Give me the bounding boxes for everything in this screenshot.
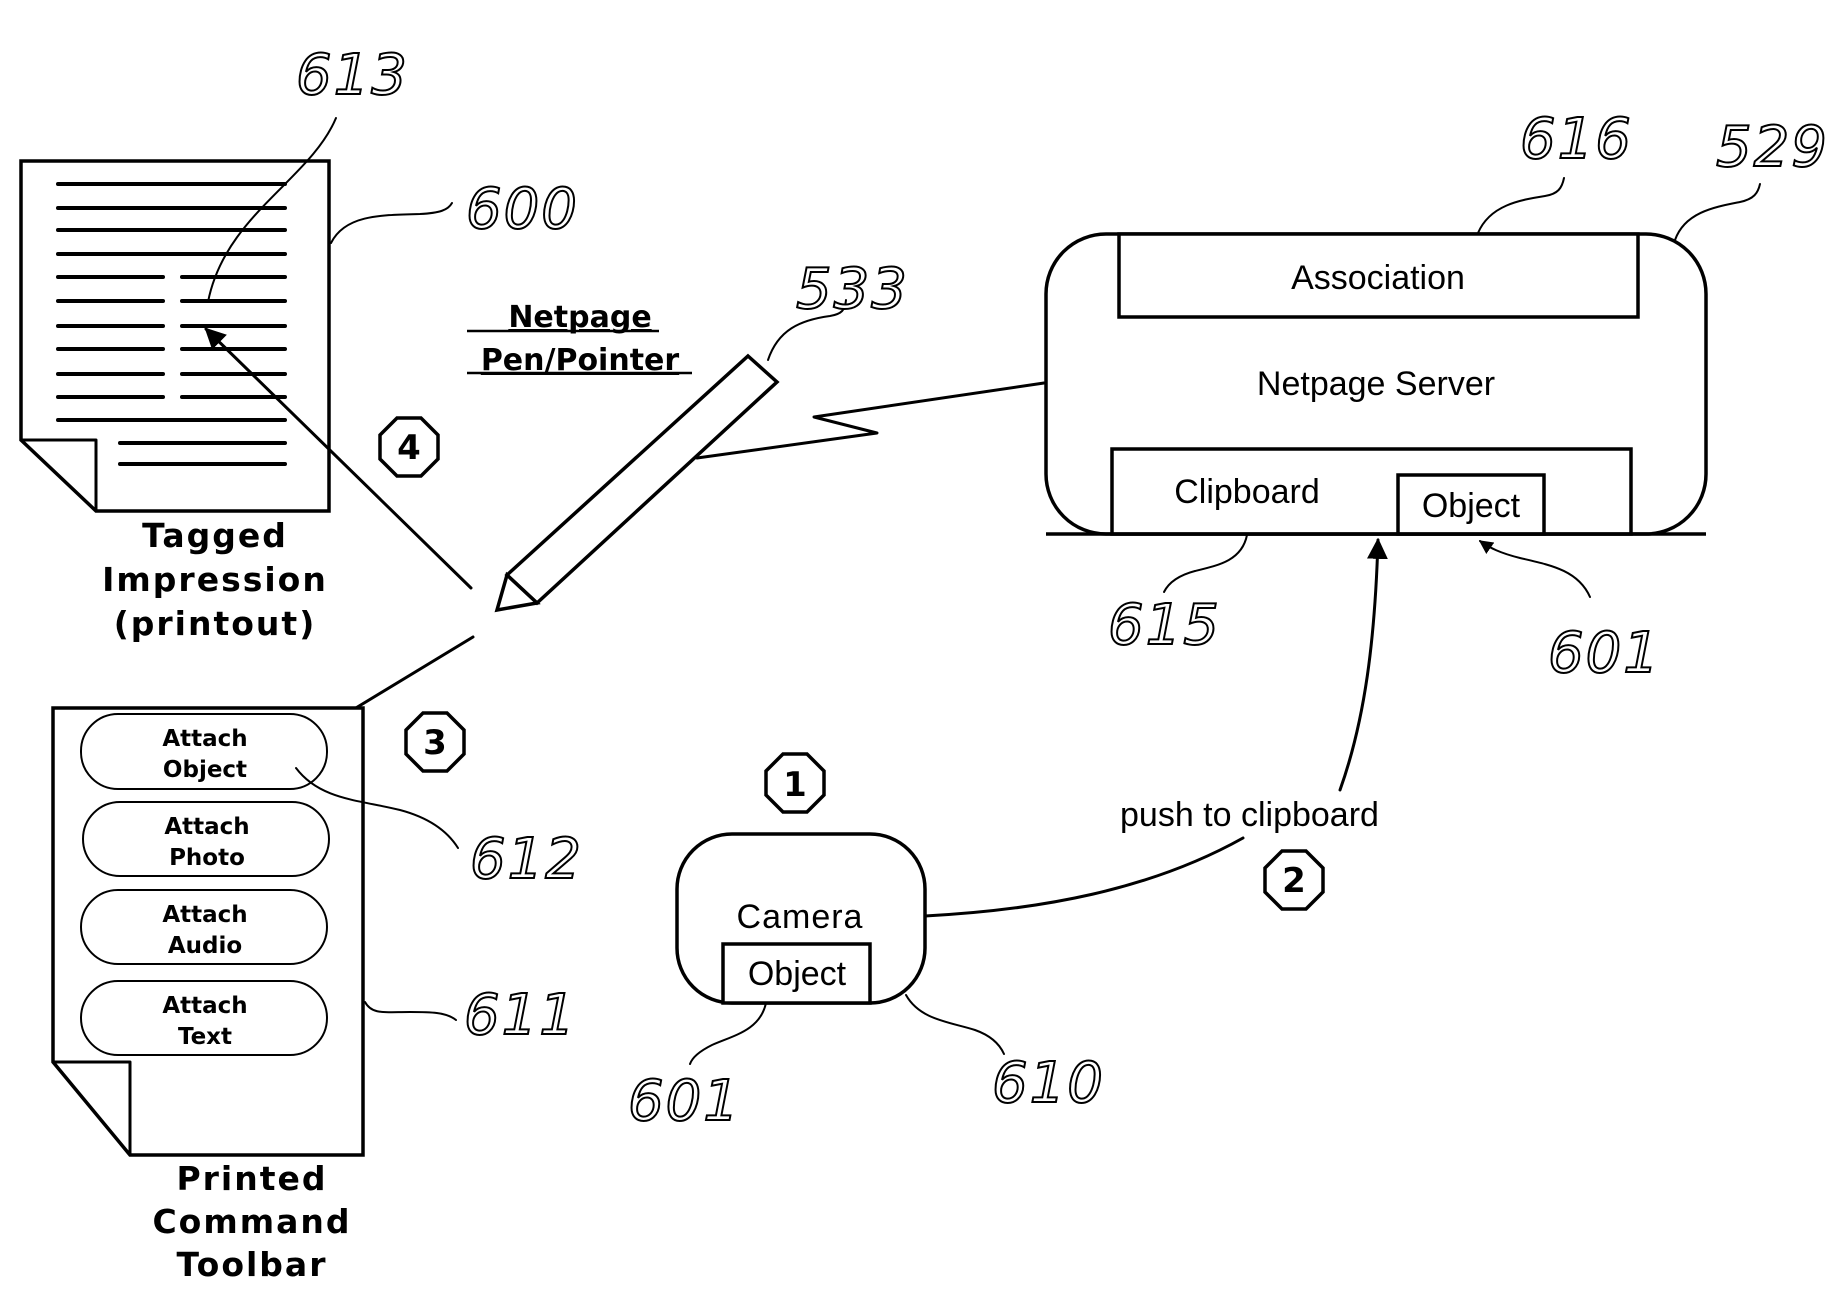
- tagged-impression-document: [19, 159, 331, 513]
- toolbar-label-line2: Command: [152, 1202, 351, 1241]
- step-badge-2: 2: [1263, 849, 1325, 911]
- push-flow-lower: [923, 836, 1245, 918]
- ref-610: 610: [992, 1051, 1105, 1116]
- toolbar-label-line3: Toolbar: [177, 1245, 328, 1284]
- camera-title: Camera: [737, 898, 864, 936]
- ref-529: 529: [1716, 115, 1829, 180]
- tagged-impression-label-line3: (printout): [114, 604, 317, 643]
- pen-body: [504, 353, 780, 606]
- leader-line-611: [364, 1001, 457, 1021]
- clipboard-label: Clipboard: [1174, 473, 1320, 511]
- attach-audio-line2: Audio: [168, 933, 242, 959]
- document-outline: [19, 159, 331, 513]
- ref-533: 533: [796, 257, 909, 322]
- tagged-impression-label-line2: Impression: [102, 560, 328, 599]
- ref-611: 611: [464, 983, 577, 1048]
- leader-line-600: [330, 202, 453, 244]
- toolbar-button-attach-audio[interactable]: Attach Audio: [80, 889, 328, 965]
- step-badge-3: 3: [404, 711, 466, 773]
- leader-line-615: [1163, 534, 1248, 593]
- attach-text-line2: Text: [178, 1024, 232, 1050]
- attach-text-line1: Attach: [162, 993, 247, 1019]
- step-4-number: 4: [397, 428, 421, 468]
- ref-601-camera: 601: [628, 1069, 741, 1134]
- association-label: Association: [1291, 259, 1465, 297]
- leader-line-601-camera: [689, 1002, 767, 1065]
- ref-612: 612: [470, 827, 583, 892]
- leader-line-529: [1674, 183, 1761, 241]
- step-1-number: 1: [783, 765, 807, 805]
- tagged-impression-label-line1: Tagged: [142, 516, 288, 555]
- toolbar-button-attach-text[interactable]: Attach Text: [80, 980, 328, 1056]
- push-flow-upper-arrow: [1338, 537, 1388, 792]
- attach-object-line1: Attach: [162, 726, 247, 752]
- attach-object-line2: Object: [163, 757, 247, 783]
- step-2-number: 2: [1282, 861, 1306, 901]
- server-title: Netpage Server: [1257, 365, 1495, 403]
- ref-601-server: 601: [1548, 621, 1661, 686]
- camera-object-label: Object: [748, 955, 847, 993]
- attach-audio-line1: Attach: [162, 902, 247, 928]
- ref-615: 615: [1108, 593, 1221, 658]
- attach-photo-line2: Photo: [169, 845, 245, 871]
- step-badge-4: 4: [378, 416, 440, 478]
- attach-photo-line1: Attach: [164, 814, 249, 840]
- leader-line-610: [905, 994, 1005, 1055]
- pen-pointer-icon: [494, 353, 780, 613]
- push-to-clipboard-label: push to clipboard: [1120, 796, 1379, 834]
- netpage-diagram: Tagged Impression (printout) 600 613 Net…: [19, 42, 1829, 1284]
- ref-616: 616: [1520, 107, 1633, 172]
- toolbar-button-attach-object[interactable]: Attach Object: [80, 713, 328, 790]
- step-badge-1: 1: [764, 752, 826, 814]
- server-object-label: Object: [1422, 487, 1521, 525]
- toolbar-button-attach-photo[interactable]: Attach Photo: [82, 801, 330, 877]
- leader-line-601-server: [1478, 540, 1591, 598]
- ref-600: 600: [466, 177, 579, 242]
- ref-613: 613: [296, 43, 409, 108]
- toolbar-label-line1: Printed: [176, 1159, 327, 1198]
- leader-line-616: [1477, 177, 1565, 234]
- step-3-number: 3: [423, 723, 447, 763]
